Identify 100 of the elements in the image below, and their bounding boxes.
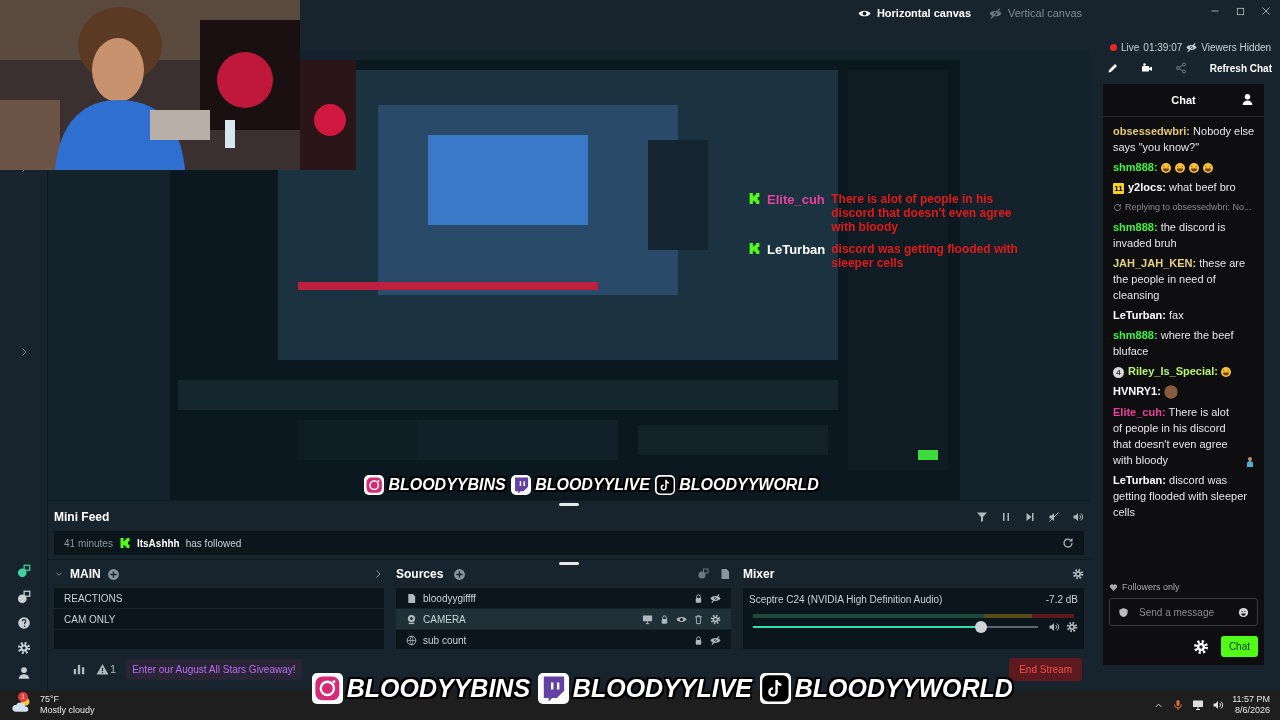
edit-icon[interactable] <box>1107 62 1119 74</box>
social-handle: BLOODYYWORLD <box>679 476 819 495</box>
trash-icon[interactable] <box>693 613 704 625</box>
username: HVNRY1: <box>1113 385 1161 397</box>
social-handle: BLOODYYBINS <box>388 476 506 495</box>
avatar-emote-icon <box>1162 384 1179 401</box>
chat-message: There is alot of people in his discord that doesn't even agree with bloody <box>831 192 1013 234</box>
camera-icon[interactable] <box>1141 62 1153 74</box>
k-logo-icon <box>748 192 761 205</box>
event-text: has followed <box>185 537 243 549</box>
laughing-emote-icon <box>1173 162 1186 175</box>
stream-timer: 01:39:07 <box>1143 41 1183 53</box>
volume-icon[interactable] <box>1048 621 1060 633</box>
camera-logo-icon <box>312 673 343 704</box>
source-label: bloodyygiffff <box>423 592 477 604</box>
k-logo-icon <box>748 242 761 255</box>
refresh-chat-button[interactable]: Refresh Chat <box>1209 62 1272 74</box>
stats-icon[interactable] <box>72 662 86 676</box>
laughing-emote-icon <box>1187 162 1200 175</box>
message-field[interactable]: Send a message <box>1109 598 1258 626</box>
send-chat-button[interactable]: Chat <box>1220 636 1258 657</box>
camera-logo-icon <box>364 475 385 496</box>
lock-icon[interactable] <box>659 613 670 625</box>
pause-icon[interactable] <box>1000 511 1012 523</box>
emoji-picker-icon[interactable] <box>1238 606 1249 618</box>
scene-item[interactable]: CAM ONLY <box>54 609 384 630</box>
username: Elite_cuh <box>767 192 826 207</box>
giveaway-banner[interactable]: Enter our August All Stars Giveaway! <box>126 658 302 680</box>
add-icon[interactable] <box>453 567 467 581</box>
group-icon[interactable] <box>697 568 709 580</box>
chat-message: y2locs: what beef bro <box>1128 181 1236 193</box>
volume-icon[interactable] <box>1072 511 1084 523</box>
username: LeTurban <box>767 242 826 257</box>
source-item[interactable]: sub count <box>396 630 731 649</box>
source-item[interactable]: CAMERA <box>396 609 731 630</box>
settings-icon[interactable] <box>16 641 31 655</box>
live-indicator-icon <box>1110 43 1117 51</box>
mute-icon[interactable] <box>1048 511 1060 523</box>
hidden-eye-icon <box>989 6 1002 20</box>
music-note-icon <box>760 673 791 704</box>
lock-icon[interactable] <box>693 634 704 646</box>
message-input[interactable]: Send a message <box>1137 605 1230 619</box>
clock-date: 8/6/2026 <box>1234 705 1270 716</box>
studio-mode-icon[interactable] <box>16 564 31 579</box>
settings-icon[interactable] <box>1072 568 1084 580</box>
chat-message: LeTurban: discord was getting flooded with sleeper cells <box>1113 474 1247 519</box>
add-folder-icon[interactable] <box>719 568 731 580</box>
chat-badge: 11 <box>1113 182 1124 194</box>
webcam-icon <box>406 613 417 625</box>
add-icon[interactable] <box>106 567 120 581</box>
chat-message: obsessedwbri: Nobody else says "you know?" <box>1113 125 1255 153</box>
social-handle: BLOODYYBINS <box>346 673 531 703</box>
settings-icon[interactable] <box>1066 621 1078 633</box>
laughing-emote-icon <box>1201 162 1214 175</box>
chat-badge: 4 <box>1113 366 1124 378</box>
source-label: sub count <box>423 634 468 646</box>
live-label: Live <box>1121 41 1140 53</box>
lock-icon[interactable] <box>693 592 704 604</box>
panel-title: Mixer <box>743 567 776 581</box>
chat-message: shm888: where the beef bluface <box>1113 329 1234 357</box>
scene-collection-title: MAIN <box>70 567 101 581</box>
help-icon[interactable] <box>16 616 31 630</box>
monitor-icon[interactable] <box>642 613 653 625</box>
network-icon[interactable] <box>1192 699 1205 711</box>
panel-title: Mini Feed <box>54 510 111 524</box>
laughing-emote-icon <box>1219 366 1232 379</box>
social-handle: BLOODYYLIVE <box>572 673 753 703</box>
username: shm888: <box>1113 161 1158 173</box>
hidden-eye-icon[interactable] <box>710 634 721 646</box>
alerts-button[interactable]: 1 <box>96 662 117 676</box>
skip-icon[interactable] <box>1024 511 1036 523</box>
username: Riley_Is_Special: <box>1128 365 1218 377</box>
event-time: 41 minutes <box>64 537 113 549</box>
maximize-icon[interactable] <box>1235 5 1246 17</box>
hidden-eye-icon[interactable] <box>710 592 721 604</box>
resize-handle <box>559 503 579 506</box>
close-icon[interactable] <box>1260 5 1272 17</box>
temperature: 75°F <box>40 694 61 705</box>
refresh-icon[interactable] <box>1062 537 1074 549</box>
studio-mode-icon[interactable] <box>16 590 31 605</box>
panel-title: Sources <box>396 567 444 581</box>
globe-icon <box>406 634 417 646</box>
viewer-count-label: Viewers Hidden <box>1201 41 1272 53</box>
profile-icon[interactable] <box>16 666 31 680</box>
settings-icon[interactable] <box>710 613 721 625</box>
chat-title: Chat <box>1171 94 1196 106</box>
reply-context: Replying to obsessedwbri: No... <box>1125 201 1252 214</box>
canvas-toggle[interactable]: Horizontal canvas <box>857 6 971 20</box>
person-emote-icon <box>1244 456 1256 469</box>
microphone-icon[interactable] <box>1172 699 1185 711</box>
heart-icon <box>1109 582 1118 592</box>
scene-item[interactable]: REACTIONS <box>54 588 384 609</box>
slider-thumb[interactable] <box>975 621 987 633</box>
volume-icon[interactable] <box>1212 699 1225 711</box>
filter-icon[interactable] <box>976 511 988 523</box>
canvas-toggle[interactable]: Vertical canvas <box>989 6 1082 20</box>
chat-message: discord was getting flooded with sleeper cells <box>831 242 1019 270</box>
share-icon[interactable] <box>1175 62 1187 74</box>
chat-users-icon[interactable] <box>1241 93 1254 106</box>
weather-text: Mostly cloudy <box>40 705 95 716</box>
